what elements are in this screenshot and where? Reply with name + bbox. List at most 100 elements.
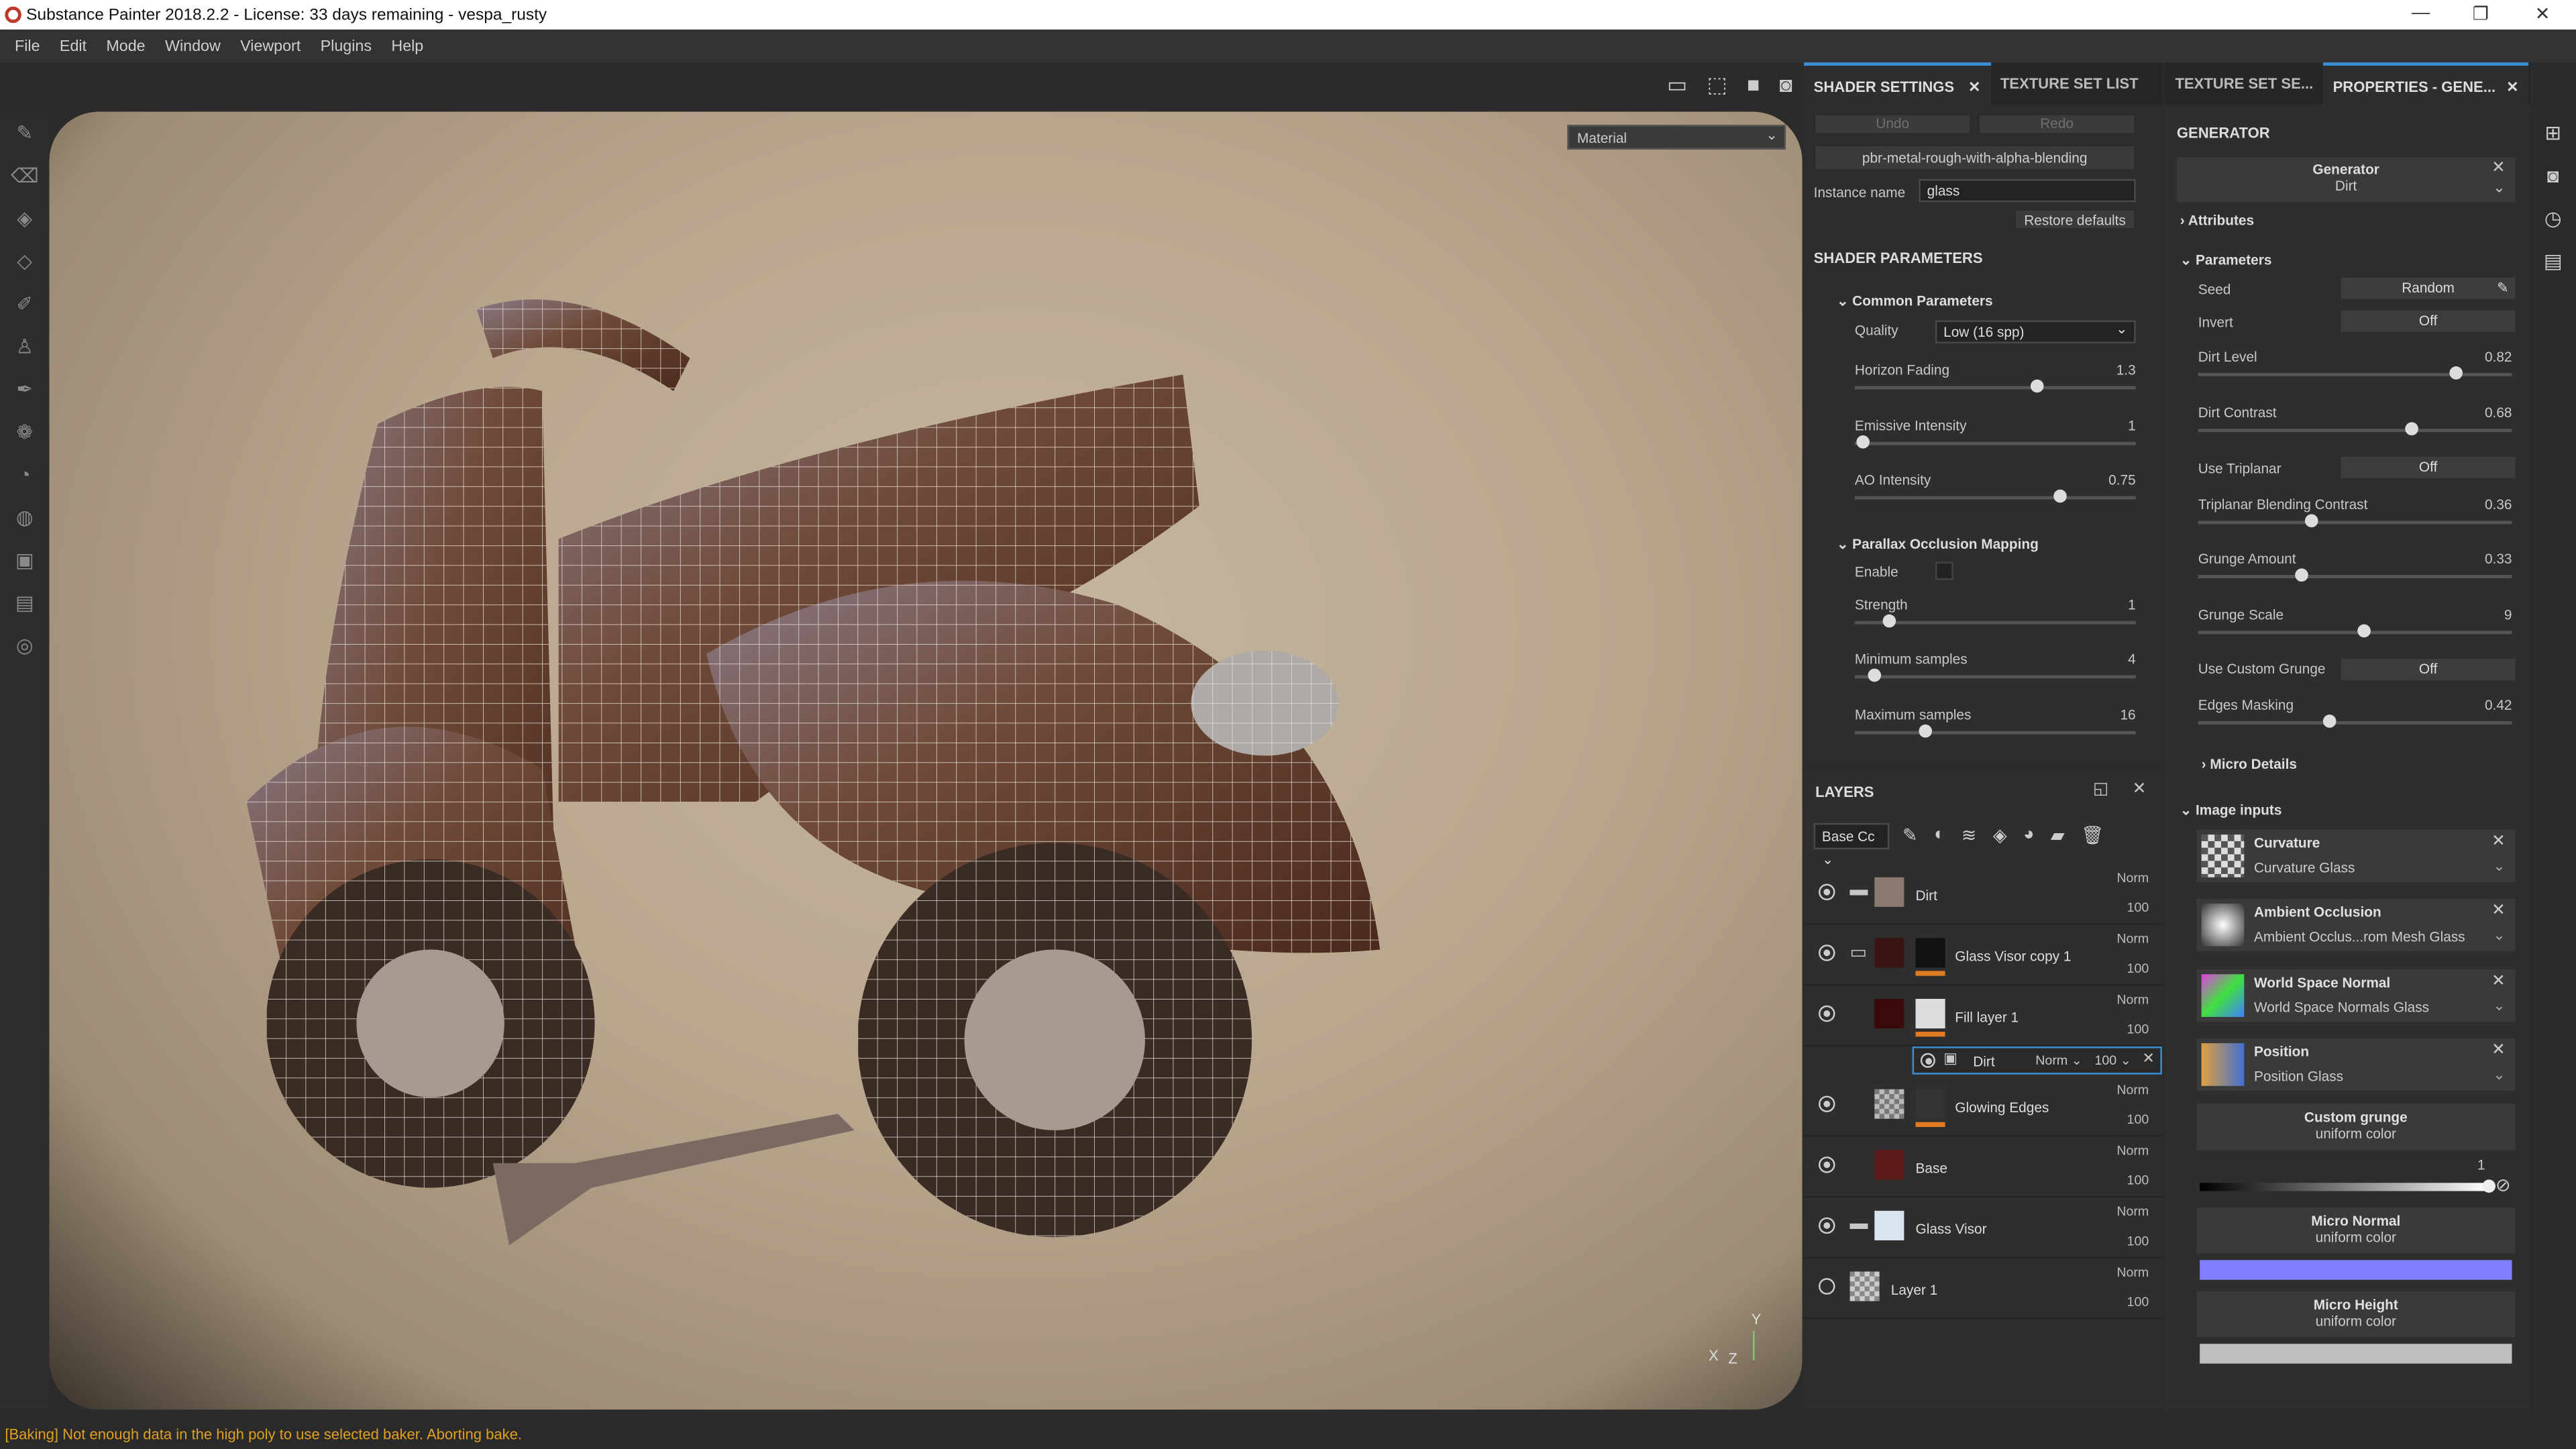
opacity[interactable]: 100	[2127, 1234, 2149, 1248]
opacity[interactable]: 100	[2127, 1022, 2149, 1036]
close-icon[interactable]: ✕	[2535, 3, 2551, 24]
ambient-occlusion-input[interactable]: Ambient Occlusion Ambient Occlus...rom M…	[2196, 898, 2516, 951]
micro-height-swatch[interactable]	[2200, 1344, 2512, 1364]
color-picker-icon[interactable]: ✒	[0, 368, 49, 411]
mask-effect-row[interactable]: ▣ Dirt Norm ⌄ 100 ⌄ ✕	[1912, 1046, 2162, 1075]
menu-window[interactable]: Window	[165, 37, 221, 55]
shader-select-button[interactable]: pbr-metal-rough-with-alpha-blending	[1813, 144, 2136, 171]
opacity[interactable]: 100	[2127, 1112, 2149, 1127]
export-icon[interactable]: ▤	[0, 582, 49, 625]
add-layer-icon[interactable]: ≋	[1962, 824, 1977, 846]
layer-row[interactable]: Layer 1 Norm 100	[1803, 1258, 2162, 1320]
grayscale-knob[interactable]	[2482, 1179, 2496, 1193]
texture-set-icon[interactable]: ⊞	[2530, 112, 2576, 155]
position-input[interactable]: Position Position Glass ✕ ⌄	[2196, 1038, 2516, 1091]
use-custom-grunge-toggle[interactable]: Off	[2341, 659, 2516, 680]
menu-file[interactable]: File	[15, 37, 40, 55]
history-icon[interactable]: ◷	[2530, 197, 2576, 240]
visibility-icon[interactable]	[1819, 945, 1835, 961]
menu-edit[interactable]: Edit	[60, 37, 87, 55]
layer-row[interactable]: ▬ Glass Visor Norm 100	[1803, 1197, 2162, 1258]
blend-mode[interactable]: Norm	[2116, 1204, 2149, 1219]
restore-defaults-button[interactable]: Restore defaults	[2014, 209, 2136, 230]
substance-icon[interactable]: ◎	[0, 625, 49, 667]
blend-mode[interactable]: Norm	[2116, 932, 2149, 947]
delete-layer-icon[interactable]: 🗑	[2081, 824, 2104, 846]
enable-checkbox[interactable]	[1935, 561, 1953, 580]
close-tab-icon[interactable]: ✕	[1968, 79, 1980, 95]
float-panel-icon[interactable]: ◱	[2093, 780, 2108, 798]
layer-row[interactable]: Glowing Edges Norm 100	[1803, 1076, 2162, 1137]
2d-view-icon[interactable]: ▭	[1667, 72, 1687, 99]
custom-grunge-block[interactable]: Custom grunge uniform color	[2196, 1104, 2516, 1150]
smudge-icon[interactable]: ✐	[0, 282, 49, 325]
chevron-down-icon[interactable]: ⌄	[2493, 998, 2505, 1016]
redo-button[interactable]: Redo	[1978, 113, 2136, 135]
remove-generator-icon[interactable]: ✕	[2491, 160, 2506, 178]
undo-button[interactable]: Undo	[1813, 113, 1972, 135]
visibility-icon[interactable]	[1819, 1278, 1835, 1295]
parameters-header[interactable]: ⌄ Parameters	[2180, 252, 2272, 270]
mask-opacity[interactable]: 100 ⌄	[2094, 1053, 2131, 1068]
chevron-down-icon[interactable]: ⌄	[2493, 1066, 2505, 1084]
triplanar-blending-slider[interactable]: Triplanar Blending Contrast 0.36	[2198, 496, 2512, 545]
layer-row[interactable]: ▬ Dirt Norm 100	[1803, 864, 2162, 925]
layer-row[interactable]: ▭ Glass Visor copy 1 Norm 100	[1803, 925, 2162, 986]
pom-header[interactable]: ⌄ Parallax Occlusion Mapping	[1837, 535, 2039, 553]
visibility-icon[interactable]	[1819, 1005, 1835, 1022]
eraser-icon[interactable]: ⌫	[0, 154, 49, 197]
tab-texture-set-list[interactable]: TEXTURE SET LIST	[1990, 62, 2148, 105]
layer-row[interactable]: Base Norm 100	[1803, 1137, 2162, 1198]
opacity[interactable]: 100	[2127, 1295, 2149, 1309]
camera-icon[interactable]: ■	[1747, 72, 1760, 99]
remove-effect-icon[interactable]: ✕	[2142, 1050, 2154, 1068]
geometry-mask-icon[interactable]: ◇	[0, 240, 49, 283]
curvature-input[interactable]: Curvature Curvature Glass ✕ ⌄	[2196, 829, 2516, 883]
mask-blend[interactable]: Norm ⌄	[2035, 1053, 2082, 1068]
dirt-level-slider[interactable]: Dirt Level 0.82	[2198, 348, 2512, 397]
log-icon[interactable]: ▤	[2530, 240, 2576, 283]
micro-normal-block[interactable]: Micro Normal uniform color	[2196, 1208, 2516, 1254]
opacity[interactable]: 100	[2127, 961, 2149, 976]
layer-row[interactable]: Fill layer 1 Norm 100	[1803, 985, 2162, 1047]
image-inputs-header[interactable]: ⌄ Image inputs	[2180, 802, 2282, 820]
display-settings-icon[interactable]: ◙	[2530, 154, 2576, 197]
shelf-icon[interactable]: ❁	[0, 411, 49, 453]
add-mask-icon[interactable]: ◐	[1934, 824, 1945, 846]
visibility-icon[interactable]	[1920, 1053, 1935, 1068]
remove-input-icon[interactable]: ✕	[2491, 973, 2506, 991]
instance-name-input[interactable]: glass	[1919, 178, 2136, 203]
visibility-icon[interactable]	[1819, 1095, 1835, 1112]
tab-properties[interactable]: PROPERTIES - GENE... ✕	[2322, 62, 2529, 105]
opacity[interactable]: 100	[2127, 1173, 2149, 1188]
photoshop-icon[interactable]: ▣	[0, 539, 49, 582]
micro-height-block[interactable]: Micro Height uniform color	[2196, 1291, 2516, 1338]
color-picker-icon[interactable]: ⊘	[2496, 1175, 2511, 1195]
blend-mode[interactable]: Norm	[2116, 871, 2149, 885]
grunge-amount-slider[interactable]: Grunge Amount 0.33	[2198, 550, 2512, 599]
world-space-normal-input[interactable]: World Space Normal World Space Normals G…	[2196, 969, 2516, 1022]
edges-masking-slider[interactable]: Edges Masking 0.42	[2198, 696, 2512, 745]
close-layers-icon[interactable]: ✕	[2133, 780, 2147, 798]
projection-icon[interactable]: ◈	[0, 197, 49, 240]
close-tab-icon[interactable]: ✕	[2506, 79, 2518, 95]
add-generator-icon[interactable]: ◕	[2023, 824, 2034, 846]
material-select[interactable]: Material	[1567, 123, 1786, 150]
channel-select[interactable]: Base Cc ⌄	[1813, 822, 1890, 867]
menu-help[interactable]: Help	[391, 37, 423, 55]
paint-brush-icon[interactable]: ✎	[0, 112, 49, 155]
dirt-contrast-slider[interactable]: Dirt Contrast 0.68	[2198, 404, 2512, 453]
quality-select[interactable]: Low (16 spp) ⌄	[1935, 320, 2136, 343]
maximum-samples-slider[interactable]: Maximum samples 16	[1854, 706, 2136, 755]
seed-button[interactable]: Random ✎	[2341, 277, 2516, 299]
horizon-fading-slider[interactable]: Horizon Fading 1.3	[1854, 362, 2136, 411]
use-triplanar-toggle[interactable]: Off	[2341, 456, 2516, 478]
minimum-samples-slider[interactable]: Minimum samples 4	[1854, 651, 2136, 700]
common-parameters-header[interactable]: ⌄ Common Parameters	[1837, 292, 1993, 311]
menu-plugins[interactable]: Plugins	[321, 37, 372, 55]
edit-icon[interactable]: ✎	[2497, 278, 2508, 299]
remove-input-icon[interactable]: ✕	[2491, 1042, 2506, 1060]
micro-details-header[interactable]: › Micro Details	[2202, 756, 2297, 772]
3d-view-icon[interactable]: ⬚	[1707, 72, 1727, 99]
grunge-scale-slider[interactable]: Grunge Scale 9	[2198, 606, 2512, 655]
